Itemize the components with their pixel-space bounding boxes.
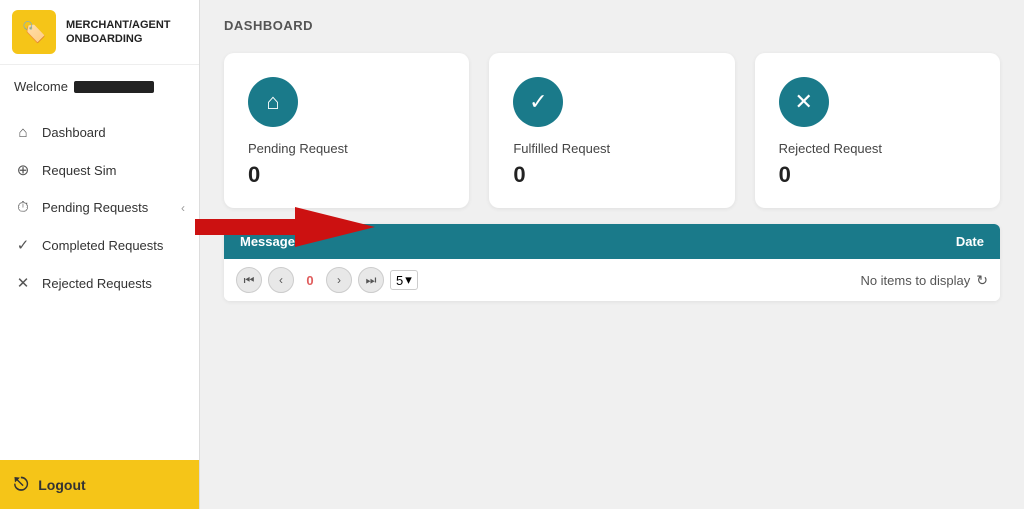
rejected-request-card: ✕ Rejected Request 0: [755, 53, 1000, 208]
cards-row: ⌂ Pending Request 0 ✓ Fulfilled Request …: [200, 43, 1024, 224]
logout-label: Logout: [38, 477, 85, 493]
clock-icon: ⏱: [14, 199, 32, 216]
fulfilled-card-label: Fulfilled Request: [513, 141, 610, 156]
next-page-button[interactable]: ›: [326, 267, 352, 293]
pending-card-label: Pending Request: [248, 141, 348, 156]
logo-icon: 🏷️: [12, 10, 56, 54]
sidebar-item-label: Dashboard: [42, 125, 106, 140]
rejected-card-icon: ✕: [779, 77, 829, 127]
sidebar: 🏷️ MERCHANT/AGENT ONBOARDING Welcome ⌂ D…: [0, 0, 200, 509]
prev-page-button[interactable]: ‹: [268, 267, 294, 293]
sidebar-item-request-sim[interactable]: ⊕ Request Sim: [0, 151, 199, 189]
fulfilled-card-value: 0: [513, 162, 525, 188]
current-page: 0: [300, 273, 320, 288]
sidebar-nav: ⌂ Dashboard ⊕ Request Sim ⏱ Pending Requ…: [0, 104, 199, 460]
welcome-label: Welcome: [14, 79, 68, 94]
sidebar-item-label: Pending Requests: [42, 200, 148, 215]
fulfilled-request-card: ✓ Fulfilled Request 0: [489, 53, 734, 208]
col-message-header: Message: [224, 224, 800, 259]
plus-circle-icon: ⊕: [14, 161, 32, 179]
pending-request-card: ⌂ Pending Request 0: [224, 53, 469, 208]
app-title: MERCHANT/AGENT ONBOARDING: [66, 18, 171, 47]
logout-button[interactable]: ⎋ Logout: [0, 460, 199, 509]
sidebar-item-label: Request Sim: [42, 163, 116, 178]
rejected-card-value: 0: [779, 162, 791, 188]
logout-icon: ⎋: [14, 474, 28, 495]
x-icon: ✕: [14, 274, 32, 292]
notifications-table: Message Date ⏮ ‹ 0 › ⏭ 5 ▾ No items to d…: [224, 224, 1000, 301]
chevron-left-icon: ‹: [181, 201, 185, 215]
sidebar-item-label: Rejected Requests: [42, 276, 152, 291]
col-date-header: Date: [800, 224, 1000, 259]
table-pagination: ⏮ ‹ 0 › ⏭ 5 ▾ No items to display ↻: [224, 259, 1000, 301]
rejected-card-label: Rejected Request: [779, 141, 882, 156]
sidebar-item-dashboard[interactable]: ⌂ Dashboard: [0, 114, 199, 151]
table-header: Message Date: [224, 224, 1000, 259]
main-content: DASHBOARD ⌂ Pending Request 0 ✓ Fulfille…: [200, 0, 1024, 509]
fulfilled-card-icon: ✓: [513, 77, 563, 127]
last-page-button[interactable]: ⏭: [358, 267, 384, 293]
no-items-text: No items to display ↻: [860, 272, 988, 289]
pending-card-icon: ⌂: [248, 77, 298, 127]
sidebar-item-completed-requests[interactable]: ✓ Completed Requests: [0, 226, 199, 264]
sidebar-item-rejected-requests[interactable]: ✕ Rejected Requests: [0, 264, 199, 302]
sidebar-header: 🏷️ MERCHANT/AGENT ONBOARDING: [0, 0, 199, 65]
sidebar-item-label: Completed Requests: [42, 238, 163, 253]
page-size-dropdown[interactable]: 5 ▾: [390, 270, 418, 290]
username-bar: [74, 81, 154, 93]
home-icon: ⌂: [14, 124, 32, 141]
sidebar-item-pending-requests[interactable]: ⏱ Pending Requests ‹: [0, 189, 199, 226]
check-icon: ✓: [14, 236, 32, 254]
pending-card-value: 0: [248, 162, 260, 188]
page-title: DASHBOARD: [200, 0, 1024, 43]
welcome-section: Welcome: [0, 65, 199, 104]
first-page-button[interactable]: ⏮: [236, 267, 262, 293]
page-size-value: 5: [396, 273, 403, 288]
chevron-down-icon: ▾: [405, 272, 412, 288]
refresh-icon[interactable]: ↻: [976, 272, 988, 289]
